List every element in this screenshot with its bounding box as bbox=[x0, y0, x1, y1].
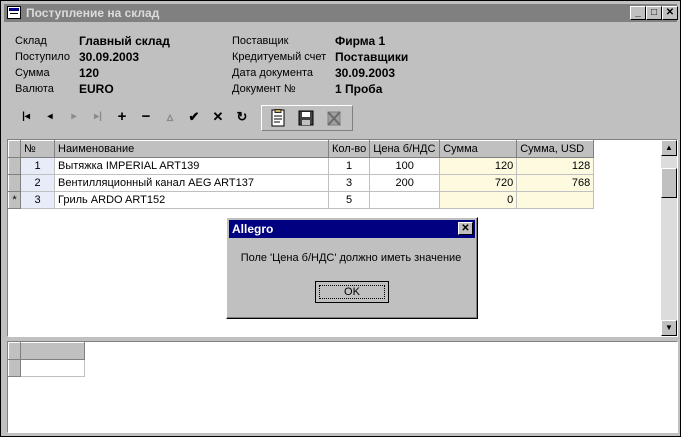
credit-account-label: Кредитуемый счет bbox=[232, 51, 327, 63]
scroll-down-icon[interactable]: ▼ bbox=[661, 320, 677, 336]
dialog-title-bar[interactable]: Allegro ✕ bbox=[229, 220, 475, 238]
row-indicator[interactable]: * bbox=[8, 191, 21, 209]
save-disk-icon[interactable] bbox=[296, 109, 316, 128]
vertical-scrollbar[interactable]: ▲ ▼ bbox=[661, 140, 677, 336]
details-cell[interactable] bbox=[20, 359, 85, 377]
scroll-thumb[interactable] bbox=[661, 168, 677, 198]
post-check-icon[interactable]: ✔ bbox=[183, 105, 205, 129]
prior-record-icon[interactable]: ◂ bbox=[39, 105, 61, 129]
delete-record-icon[interactable]: − bbox=[135, 105, 157, 129]
error-dialog: Allegro ✕ Поле 'Цена б/НДС' должно иметь… bbox=[226, 217, 478, 319]
credit-account-value: Поставщики bbox=[335, 50, 409, 64]
row-indicator[interactable] bbox=[8, 359, 21, 377]
insert-record-icon[interactable]: + bbox=[111, 105, 133, 129]
details-table bbox=[8, 342, 85, 377]
details-header-row bbox=[8, 342, 85, 360]
main-window: Поступление на склад _ □ ✕ Склад Главный… bbox=[0, 0, 681, 437]
cell-number[interactable]: 1 bbox=[20, 157, 55, 175]
cell-sum-usd[interactable]: 128 bbox=[516, 157, 595, 175]
cell-number[interactable]: 2 bbox=[20, 174, 55, 192]
header-sum[interactable]: Сумма bbox=[439, 140, 518, 158]
title-bar[interactable]: Поступление на склад _ □ ✕ bbox=[4, 4, 678, 22]
cell-number[interactable]: 3 bbox=[20, 191, 55, 209]
last-record-icon[interactable]: ▸| bbox=[87, 105, 109, 129]
supplier-label: Поставщик bbox=[232, 35, 289, 47]
cancel-x-icon[interactable]: ✕ bbox=[207, 105, 229, 129]
dialog-message: Поле 'Цена б/НДС' должно иметь значение bbox=[240, 252, 462, 264]
cell-sum-usd[interactable] bbox=[516, 191, 595, 209]
refresh-icon[interactable]: ↻ bbox=[231, 105, 253, 129]
received-value: 30.09.2003 bbox=[79, 50, 140, 64]
cell-qty[interactable]: 3 bbox=[328, 174, 371, 192]
minimize-button[interactable]: _ bbox=[630, 6, 646, 20]
table-row[interactable] bbox=[8, 359, 85, 377]
supplier-value: Фирма 1 bbox=[335, 34, 386, 48]
cell-name[interactable]: Гриль ARDO ART152 bbox=[54, 191, 329, 209]
cell-name[interactable]: Вытяжка IMPERIAL ART139 bbox=[54, 157, 329, 175]
cell-name[interactable]: Вентилляционный канал AEG ART137 bbox=[54, 174, 329, 192]
document-date-value: 30.09.2003 bbox=[335, 66, 396, 80]
table-row[interactable]: 2 Вентилляционный канал AEG ART137 3 200… bbox=[8, 174, 595, 192]
document-number-label: Документ № bbox=[232, 83, 296, 95]
delete-document-icon[interactable] bbox=[324, 109, 344, 128]
window-title: Поступление на склад bbox=[26, 6, 160, 20]
document-toolbar-group bbox=[261, 105, 353, 131]
header-sum-usd[interactable]: Сумма, USD bbox=[516, 140, 595, 158]
header-name[interactable]: Наименование bbox=[54, 140, 329, 158]
dialog-title: Allegro bbox=[232, 222, 274, 236]
document-date-label: Дата документа bbox=[232, 67, 314, 79]
details-header-cell[interactable] bbox=[20, 342, 85, 360]
close-button[interactable]: ✕ bbox=[662, 6, 678, 20]
sum-value: 120 bbox=[79, 66, 100, 80]
cell-price[interactable]: 200 bbox=[369, 174, 441, 192]
ok-button[interactable]: OK bbox=[315, 281, 389, 303]
items-table: № Наименование Кол-во Цена б/НДС Сумма С… bbox=[8, 140, 595, 209]
document-number-value: 1 Проба bbox=[335, 82, 383, 96]
table-header-row: № Наименование Кол-во Цена б/НДС Сумма С… bbox=[8, 140, 595, 158]
table-row[interactable]: * 3 Гриль ARDO ART152 5 0 bbox=[8, 191, 595, 209]
app-icon[interactable] bbox=[7, 6, 21, 19]
warehouse-label: Склад bbox=[15, 35, 47, 47]
maximize-button[interactable]: □ bbox=[646, 6, 662, 20]
cell-price[interactable] bbox=[369, 191, 441, 209]
cell-qty[interactable]: 5 bbox=[328, 191, 371, 209]
header-indicator bbox=[8, 140, 21, 158]
details-grid[interactable] bbox=[7, 341, 678, 433]
scroll-up-icon[interactable]: ▲ bbox=[661, 140, 677, 156]
currency-label: Валюта bbox=[15, 83, 54, 95]
dialog-close-icon[interactable]: ✕ bbox=[458, 222, 473, 235]
first-record-icon[interactable]: |◂ bbox=[15, 105, 37, 129]
row-indicator[interactable] bbox=[8, 157, 21, 175]
header-number[interactable]: № bbox=[20, 140, 55, 158]
warehouse-value: Главный склад bbox=[79, 34, 170, 48]
row-indicator[interactable] bbox=[8, 174, 21, 192]
table-row[interactable]: 1 Вытяжка IMPERIAL ART139 1 100 120 128 bbox=[8, 157, 595, 175]
document-icon[interactable] bbox=[268, 109, 288, 128]
cell-qty[interactable]: 1 bbox=[328, 157, 371, 175]
cell-sum[interactable]: 120 bbox=[439, 157, 518, 175]
edit-record-icon[interactable]: ▵ bbox=[159, 105, 181, 129]
header-price[interactable]: Цена б/НДС bbox=[369, 140, 441, 158]
cell-sum[interactable]: 0 bbox=[439, 191, 518, 209]
cell-sum[interactable]: 720 bbox=[439, 174, 518, 192]
cell-price[interactable]: 100 bbox=[369, 157, 441, 175]
cell-sum-usd[interactable]: 768 bbox=[516, 174, 595, 192]
next-record-icon[interactable]: ▸ bbox=[63, 105, 85, 129]
sum-label: Сумма bbox=[15, 67, 50, 79]
currency-value: EURO bbox=[79, 82, 114, 96]
header-qty[interactable]: Кол-во bbox=[327, 140, 371, 158]
received-label: Поступило bbox=[15, 51, 70, 63]
details-header-indicator bbox=[8, 342, 21, 360]
